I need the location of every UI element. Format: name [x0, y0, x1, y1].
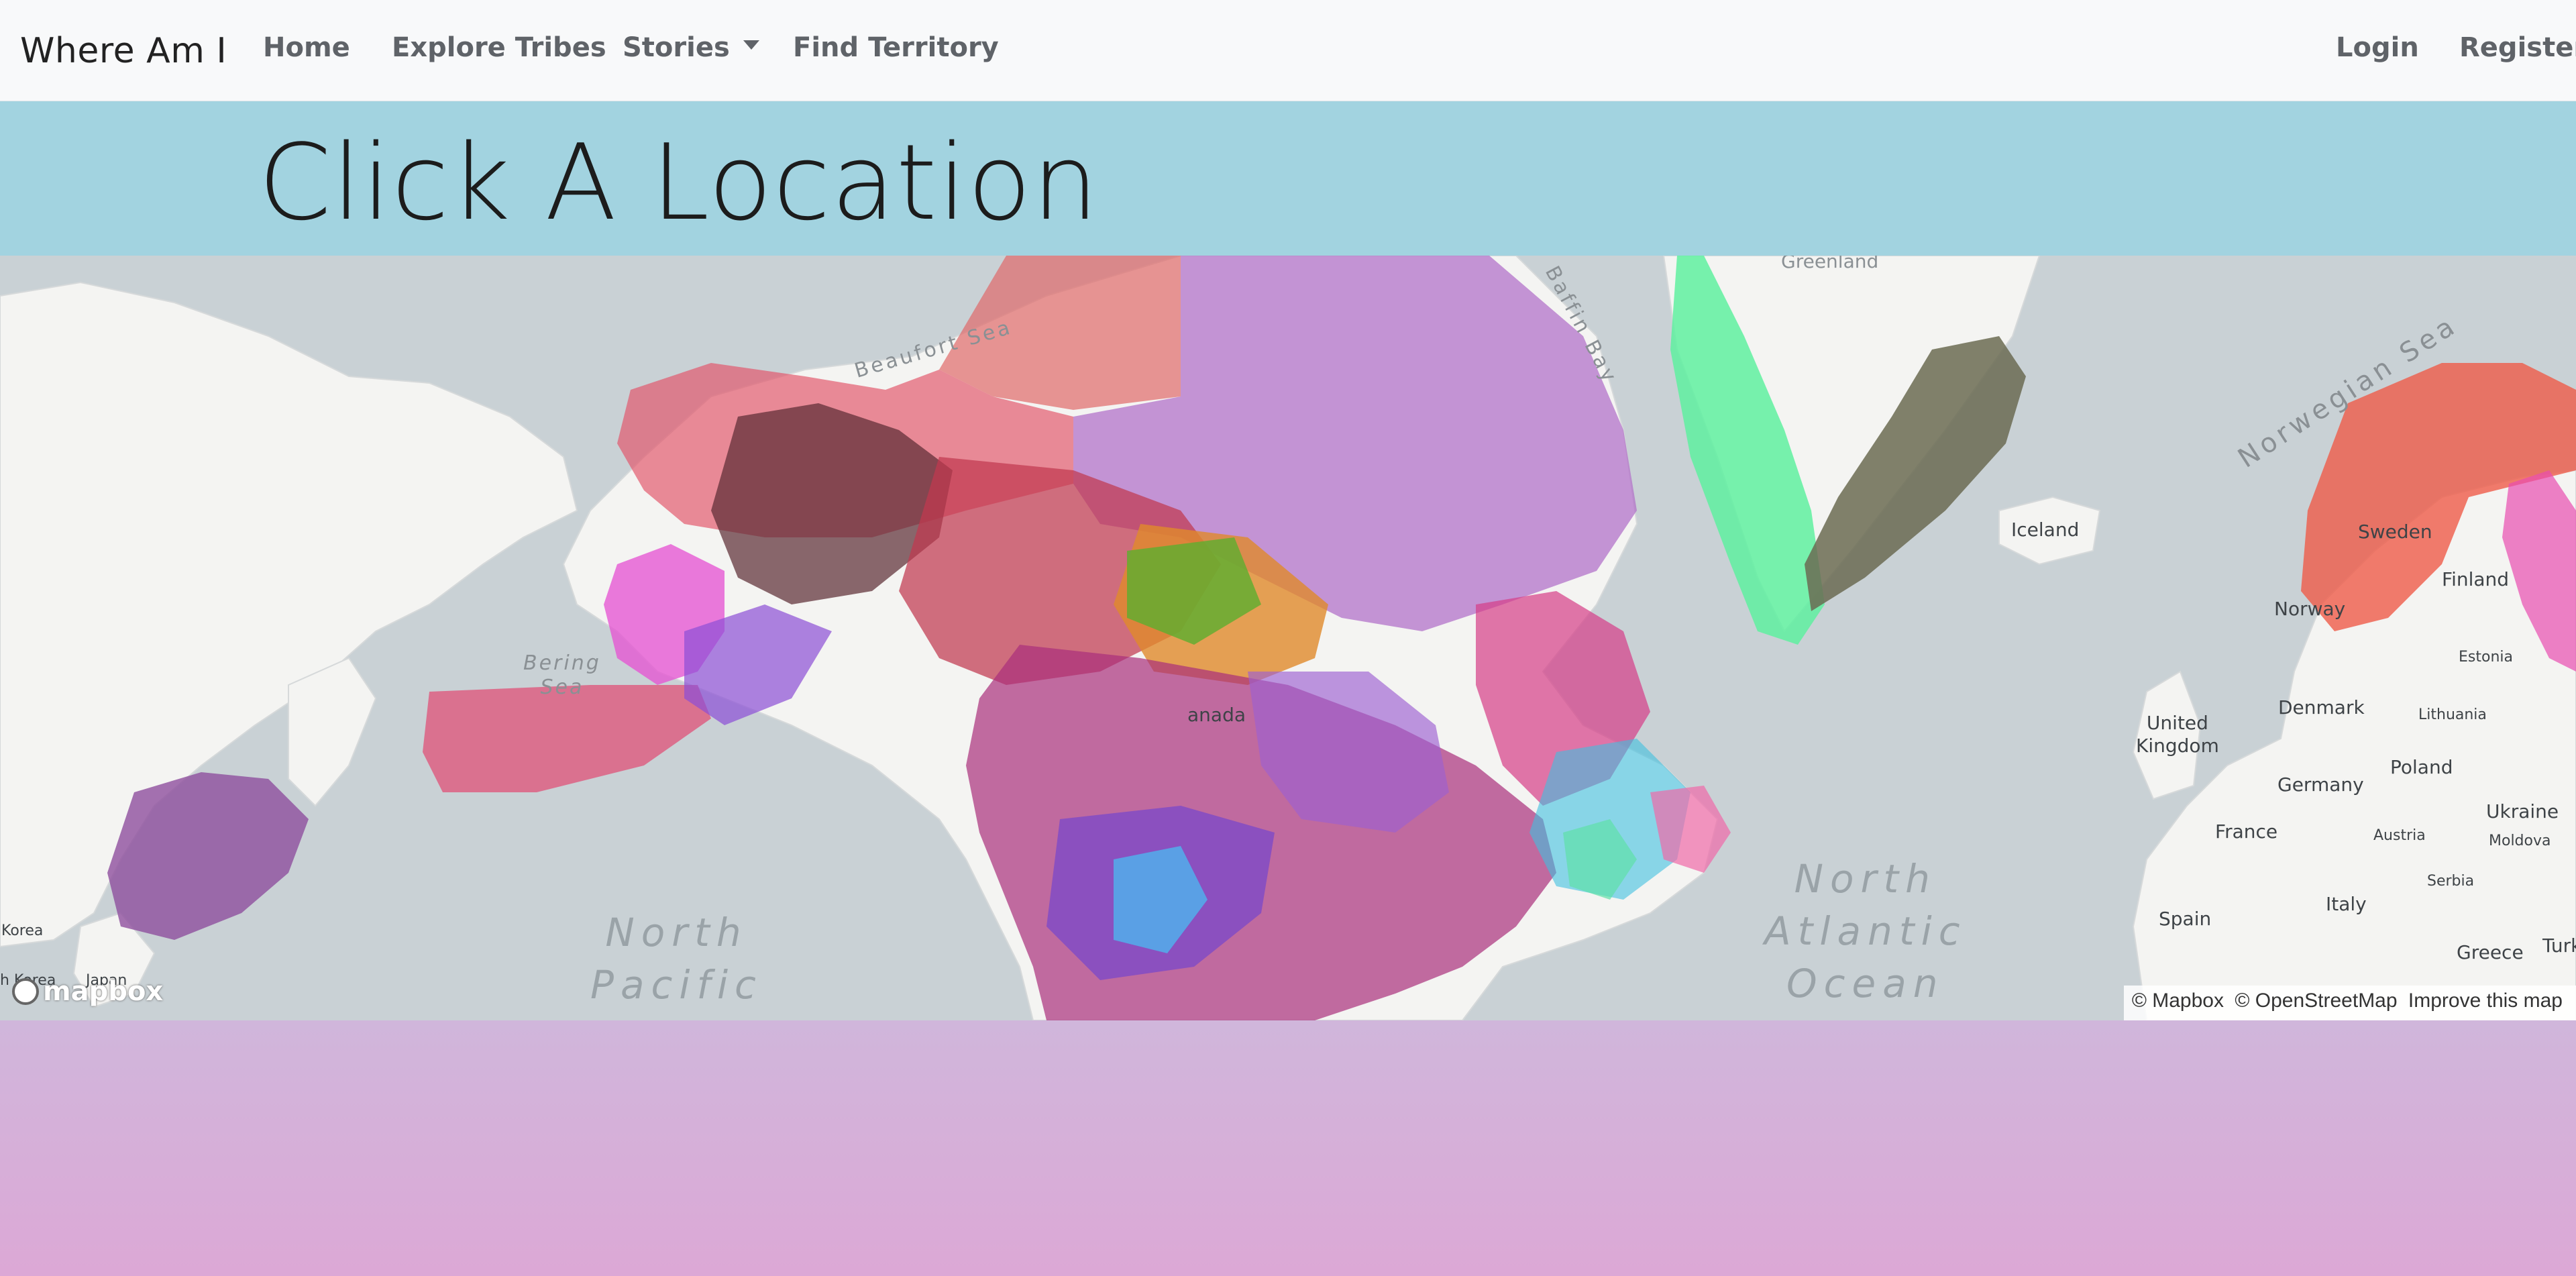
- north-pacific-label: North Pacific: [590, 910, 763, 1008]
- korea-label: Korea: [1, 922, 44, 939]
- greenland-label: Greenland: [1781, 256, 1879, 272]
- attribution-mapbox-link[interactable]: © Mapbox: [2132, 990, 2224, 1012]
- moldova-label: Moldova: [2489, 833, 2551, 849]
- bering-sea-label: Bering Sea: [523, 651, 601, 699]
- nav-explore-tribes[interactable]: Explore Tribes: [392, 32, 606, 63]
- iceland-label: Iceland: [2011, 519, 2080, 541]
- turkey-label: Turke: [2542, 935, 2576, 957]
- nav-login[interactable]: Login: [2336, 32, 2419, 63]
- estonia-label: Estonia: [2459, 649, 2513, 666]
- hero-banner: Click A Location: [0, 101, 2576, 256]
- france-label: France: [2215, 820, 2278, 843]
- uk-label: United Kingdom: [2136, 712, 2219, 757]
- attribution-osm-link[interactable]: © OpenStreetMap: [2235, 990, 2397, 1012]
- serbia-label: Serbia: [2427, 873, 2475, 890]
- germany-label: Germany: [2277, 774, 2364, 796]
- austria-label: Austria: [2373, 827, 2426, 844]
- mapbox-logo-text: mapbox: [43, 976, 164, 1007]
- denmark-label: Denmark: [2278, 696, 2365, 719]
- map-canvas[interactable]: [0, 256, 2576, 1020]
- ukraine-label: Ukraine: [2486, 800, 2559, 822]
- canada-label: anada: [1187, 704, 1246, 726]
- nav-home[interactable]: Home: [263, 32, 350, 63]
- attribution-improve-link[interactable]: Improve this map: [2408, 990, 2563, 1012]
- nav-stories-dropdown[interactable]: Stories: [623, 32, 759, 63]
- brand-link[interactable]: Where Am I: [20, 31, 227, 71]
- top-navbar: Where Am I Home Explore Tribes Stories F…: [0, 0, 2576, 101]
- north-atlantic-label: North Atlantic Ocean: [1764, 856, 1967, 1006]
- territory-map[interactable]: Beaufort Sea Baffin Bay Bering Sea Norwe…: [0, 256, 2576, 1020]
- mapbox-logo[interactable]: mapbox: [12, 976, 164, 1007]
- nav-register[interactable]: Register: [2459, 32, 2576, 63]
- spain-label: Spain: [2159, 908, 2212, 930]
- page-title: Click A Location: [258, 121, 1099, 244]
- mapbox-logo-icon: [12, 978, 39, 1005]
- norway-label: Norway: [2274, 598, 2346, 620]
- finland-label: Finland: [2442, 568, 2510, 590]
- greece-label: Greece: [2457, 941, 2524, 963]
- lithuania-label: Lithuania: [2418, 706, 2487, 723]
- italy-label: Italy: [2326, 893, 2367, 915]
- page-footer-band: [0, 1020, 2576, 1276]
- nav-find-territory[interactable]: Find Territory: [793, 32, 999, 63]
- map-attribution: © Mapbox © OpenStreetMap Improve this ma…: [2123, 986, 2576, 1020]
- sweden-label: Sweden: [2358, 521, 2432, 543]
- nav-stories-label: Stories: [623, 32, 730, 63]
- poland-label: Poland: [2390, 756, 2453, 778]
- chevron-down-icon: [743, 40, 759, 50]
